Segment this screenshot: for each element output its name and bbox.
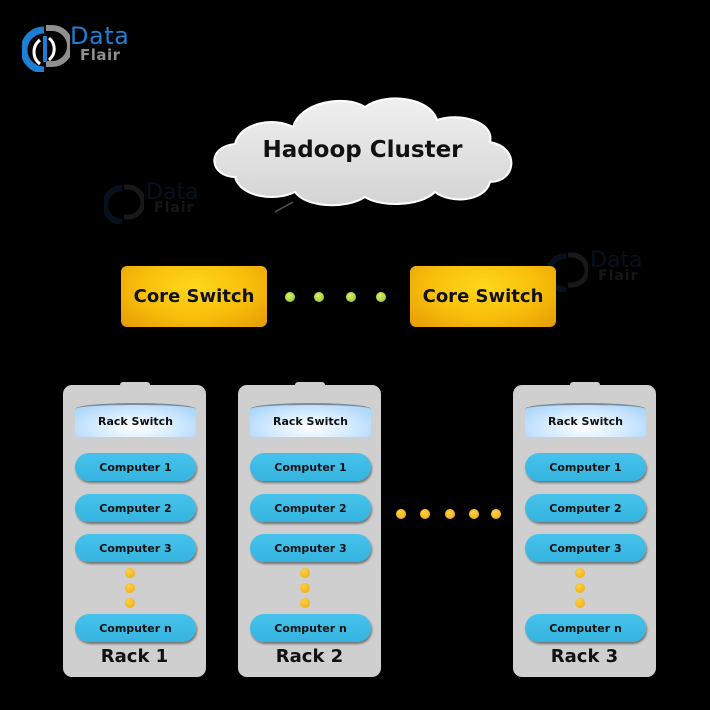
- computer-2[interactable]: Computer 2: [250, 494, 371, 522]
- rack-1: Rack Switch Computer 1 Computer 2 Comput…: [63, 382, 206, 677]
- dataflair-logo: Data Flair: [22, 22, 132, 74]
- core-switch-1[interactable]: Core Switch: [121, 266, 267, 327]
- rack-switch-label: Rack Switch: [272, 414, 349, 428]
- ellipsis-dot: [125, 568, 135, 578]
- ellipsis-dot: [575, 598, 585, 608]
- computer-label: Computer 3: [274, 541, 347, 555]
- computer-3[interactable]: Computer 3: [525, 534, 646, 562]
- computer-1[interactable]: Computer 1: [250, 453, 371, 481]
- computer-label: Computer 3: [549, 541, 622, 555]
- computer-label: Computer 2: [549, 501, 622, 515]
- computer-label: Computer 2: [274, 501, 347, 515]
- connector-dot: [314, 292, 324, 302]
- rack-connector: [119, 382, 150, 388]
- watermark-subtext: Flair: [154, 200, 195, 216]
- ellipsis-dot: [575, 568, 585, 578]
- connector-dot: [376, 292, 386, 302]
- computer-n[interactable]: Computer n: [525, 614, 646, 642]
- computer-n[interactable]: Computer n: [250, 614, 371, 642]
- rack-label: Rack 3: [550, 646, 619, 667]
- ellipsis-dot: [469, 509, 479, 519]
- ellipsis-dot: [300, 568, 310, 578]
- computer-label: Computer 2: [99, 501, 172, 515]
- computer-label: Computer n: [549, 621, 622, 635]
- rack-switch[interactable]: Rack Switch: [75, 403, 196, 437]
- computer-3[interactable]: Computer 3: [75, 534, 196, 562]
- computer-1[interactable]: Computer 1: [75, 453, 196, 481]
- watermark-subtext: Flair: [598, 268, 639, 284]
- ellipsis-dot: [125, 583, 135, 593]
- rack-connector: [294, 382, 325, 388]
- rack-connector: [569, 382, 600, 388]
- connector-dot: [285, 292, 295, 302]
- computer-label: Computer n: [99, 621, 172, 635]
- computer-label: Computer n: [274, 621, 347, 635]
- computer-label: Computer 3: [99, 541, 172, 555]
- watermark: Data Flair: [548, 248, 658, 296]
- ellipsis-dot: [396, 509, 406, 519]
- rack-label: Rack 2: [275, 646, 344, 667]
- ellipsis-dot: [125, 598, 135, 608]
- computer-label: Computer 1: [549, 460, 622, 474]
- ellipsis-dot: [575, 583, 585, 593]
- connector-dot: [346, 292, 356, 302]
- core-switch-2[interactable]: Core Switch: [410, 266, 556, 327]
- ellipsis-dot: [300, 583, 310, 593]
- watermark: Data Flair: [104, 180, 214, 228]
- computer-2[interactable]: Computer 2: [75, 494, 196, 522]
- rack-switch-label: Rack Switch: [97, 414, 174, 428]
- rack-switch[interactable]: Rack Switch: [250, 403, 371, 437]
- core-switch-label: Core Switch: [422, 286, 544, 307]
- logo-text-flair: Flair: [80, 46, 121, 64]
- ellipsis-dot: [300, 598, 310, 608]
- rack-switch[interactable]: Rack Switch: [525, 403, 646, 437]
- ellipsis-dot: [445, 509, 455, 519]
- computer-n[interactable]: Computer n: [75, 614, 196, 642]
- rack-switch-label: Rack Switch: [547, 414, 624, 428]
- cluster-title: Hadoop Cluster: [262, 137, 463, 163]
- ellipsis-dot: [420, 509, 430, 519]
- computer-3[interactable]: Computer 3: [250, 534, 371, 562]
- rack-2: Rack Switch Computer 1 Computer 2 Comput…: [238, 382, 381, 677]
- rack-3: Rack Switch Computer 1 Computer 2 Comput…: [513, 382, 656, 677]
- core-switch-label: Core Switch: [133, 286, 255, 307]
- computer-label: Computer 1: [99, 460, 172, 474]
- dataflair-logo-icon: [22, 25, 70, 72]
- computer-label: Computer 1: [274, 460, 347, 474]
- rack-label: Rack 1: [100, 646, 169, 667]
- ellipsis-dot: [491, 509, 501, 519]
- watermark-icon: [104, 184, 144, 224]
- computer-2[interactable]: Computer 2: [525, 494, 646, 522]
- computer-1[interactable]: Computer 1: [525, 453, 646, 481]
